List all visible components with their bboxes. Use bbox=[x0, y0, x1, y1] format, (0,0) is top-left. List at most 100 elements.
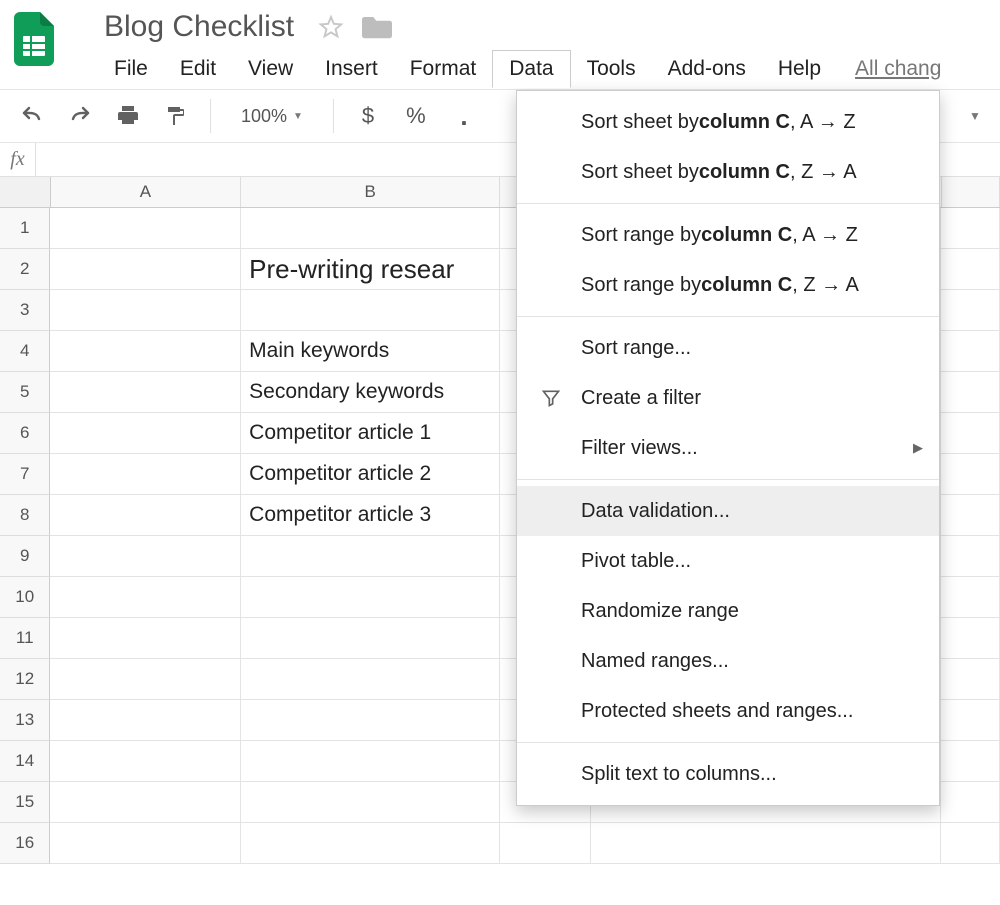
menu-create-filter[interactable]: Create a filter bbox=[517, 373, 939, 423]
cell[interactable] bbox=[241, 741, 500, 782]
save-status[interactable]: All chang bbox=[855, 57, 941, 81]
row-header[interactable]: 6 bbox=[0, 413, 50, 454]
row-header[interactable]: 4 bbox=[0, 331, 50, 372]
row-header[interactable]: 5 bbox=[0, 372, 50, 413]
menu-named-ranges[interactable]: Named ranges... bbox=[517, 636, 939, 686]
menu-pivot-table[interactable]: Pivot table... bbox=[517, 536, 939, 586]
cell[interactable] bbox=[941, 249, 1000, 290]
cell[interactable] bbox=[941, 208, 1000, 249]
menu-help[interactable]: Help bbox=[762, 51, 837, 87]
menu-split-text[interactable]: Split text to columns... bbox=[517, 749, 939, 799]
cell[interactable] bbox=[941, 577, 1000, 618]
menu-insert[interactable]: Insert bbox=[309, 51, 394, 87]
cell[interactable] bbox=[941, 372, 1000, 413]
cell[interactable] bbox=[941, 495, 1000, 536]
cell[interactable] bbox=[50, 700, 241, 741]
cell[interactable] bbox=[50, 454, 241, 495]
menu-tools[interactable]: Tools bbox=[571, 51, 652, 87]
row-header[interactable]: 8 bbox=[0, 495, 50, 536]
row-header[interactable]: 13 bbox=[0, 700, 50, 741]
cell[interactable] bbox=[241, 577, 500, 618]
menu-sort-sheet-za[interactable]: Sort sheet by column C, Z → A bbox=[517, 147, 939, 197]
menu-view[interactable]: View bbox=[232, 51, 309, 87]
cell[interactable]: Pre-writing resear bbox=[241, 249, 500, 290]
menu-sort-sheet-az[interactable]: Sort sheet by column C, A → Z bbox=[517, 97, 939, 147]
cell[interactable]: Competitor article 3 bbox=[241, 495, 500, 536]
paint-format-button[interactable] bbox=[154, 96, 198, 136]
format-currency-button[interactable]: $ bbox=[346, 96, 390, 136]
cell[interactable] bbox=[50, 823, 241, 864]
cell[interactable]: Main keywords bbox=[241, 331, 500, 372]
cell[interactable] bbox=[241, 823, 500, 864]
row-header[interactable]: 1 bbox=[0, 208, 50, 249]
cell[interactable] bbox=[941, 823, 1000, 864]
cell[interactable] bbox=[50, 741, 241, 782]
cell[interactable] bbox=[941, 413, 1000, 454]
cell[interactable] bbox=[50, 659, 241, 700]
undo-button[interactable] bbox=[10, 96, 54, 136]
cell[interactable] bbox=[50, 577, 241, 618]
cell[interactable] bbox=[241, 208, 500, 249]
cell[interactable] bbox=[941, 331, 1000, 372]
row-header[interactable]: 11 bbox=[0, 618, 50, 659]
cell[interactable] bbox=[241, 782, 500, 823]
row-header[interactable]: 10 bbox=[0, 577, 50, 618]
print-button[interactable] bbox=[106, 96, 150, 136]
menu-addons[interactable]: Add-ons bbox=[652, 51, 762, 87]
row-header[interactable]: 16 bbox=[0, 823, 50, 864]
cell[interactable] bbox=[50, 782, 241, 823]
menu-data-validation[interactable]: Data validation... bbox=[517, 486, 939, 536]
menu-filter-views[interactable]: Filter views... ▶ bbox=[517, 423, 939, 473]
sheets-logo[interactable] bbox=[10, 8, 58, 70]
cell[interactable] bbox=[941, 700, 1000, 741]
row-header[interactable]: 9 bbox=[0, 536, 50, 577]
cell[interactable] bbox=[591, 823, 941, 864]
cell[interactable]: Competitor article 1 bbox=[241, 413, 500, 454]
cell[interactable] bbox=[50, 249, 241, 290]
cell[interactable] bbox=[500, 823, 592, 864]
redo-button[interactable] bbox=[58, 96, 102, 136]
menu-sort-range-az[interactable]: Sort range by column C, A → Z bbox=[517, 210, 939, 260]
cell[interactable] bbox=[50, 331, 241, 372]
column-header-a[interactable]: A bbox=[51, 177, 242, 207]
cell[interactable] bbox=[241, 536, 500, 577]
toolbar-more-dropdown[interactable]: ▼ bbox=[960, 96, 990, 136]
cell[interactable] bbox=[941, 536, 1000, 577]
cell[interactable] bbox=[241, 290, 500, 331]
format-percent-button[interactable]: % bbox=[394, 96, 438, 136]
menu-file[interactable]: File bbox=[98, 51, 164, 87]
menu-sort-range[interactable]: Sort range... bbox=[517, 323, 939, 373]
column-header-b[interactable]: B bbox=[241, 177, 500, 207]
row-header[interactable]: 15 bbox=[0, 782, 50, 823]
cell[interactable] bbox=[50, 536, 241, 577]
row-header[interactable]: 2 bbox=[0, 249, 50, 290]
row-header[interactable]: 12 bbox=[0, 659, 50, 700]
cell[interactable] bbox=[941, 290, 1000, 331]
cell[interactable] bbox=[941, 659, 1000, 700]
menu-edit[interactable]: Edit bbox=[164, 51, 232, 87]
zoom-dropdown[interactable]: 100% ▼ bbox=[223, 106, 321, 127]
menu-format[interactable]: Format bbox=[394, 51, 493, 87]
select-all-corner[interactable] bbox=[0, 177, 51, 207]
format-decimal-button[interactable]: . bbox=[442, 96, 486, 136]
cell[interactable] bbox=[50, 495, 241, 536]
cell[interactable] bbox=[50, 618, 241, 659]
cell[interactable] bbox=[941, 454, 1000, 495]
row-header[interactable]: 14 bbox=[0, 741, 50, 782]
folder-icon[interactable] bbox=[362, 14, 392, 40]
menu-sort-range-za[interactable]: Sort range by column C, Z → A bbox=[517, 260, 939, 310]
document-title[interactable]: Blog Checklist bbox=[98, 8, 300, 46]
column-header-e[interactable] bbox=[942, 177, 1000, 207]
menu-protected-sheets[interactable]: Protected sheets and ranges... bbox=[517, 686, 939, 736]
menu-data[interactable]: Data bbox=[492, 50, 570, 88]
cell[interactable]: Competitor article 2 bbox=[241, 454, 500, 495]
cell[interactable] bbox=[241, 618, 500, 659]
cell[interactable] bbox=[50, 290, 241, 331]
cell[interactable] bbox=[241, 659, 500, 700]
cell[interactable] bbox=[941, 741, 1000, 782]
star-icon[interactable] bbox=[318, 14, 344, 40]
cell[interactable] bbox=[941, 782, 1000, 823]
cell[interactable] bbox=[50, 208, 241, 249]
cell[interactable] bbox=[241, 700, 500, 741]
row-header[interactable]: 7 bbox=[0, 454, 50, 495]
